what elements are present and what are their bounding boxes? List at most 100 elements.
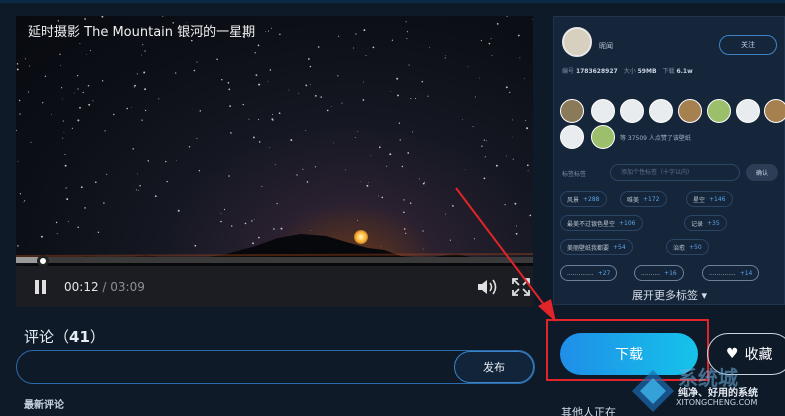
- comments-heading: 评论（41）: [24, 328, 105, 346]
- author-name[interactable]: 昵闻: [599, 41, 613, 51]
- meta-item: 大小 59MB: [623, 68, 657, 75]
- star: [79, 106, 81, 109]
- tag-input[interactable]: 添加个性标签（十字以内）: [610, 164, 740, 181]
- tag-confirm-button[interactable]: 确认: [746, 164, 778, 181]
- star: [272, 119, 274, 121]
- star: [408, 64, 410, 66]
- tag-chip[interactable]: .............. +27: [560, 265, 618, 281]
- star: [298, 93, 300, 95]
- star: [193, 69, 196, 72]
- avatar[interactable]: [562, 27, 592, 57]
- star: [144, 50, 146, 52]
- liker-avatar[interactable]: [678, 99, 702, 123]
- star: [158, 98, 160, 100]
- star: [62, 120, 64, 122]
- tag-chip[interactable]: 星空 +146: [686, 191, 733, 207]
- star: [464, 169, 466, 171]
- star: [309, 65, 312, 68]
- current-time: 00:12: [64, 280, 99, 294]
- star: [279, 33, 281, 36]
- liker-avatar[interactable]: [736, 99, 760, 123]
- star: [258, 119, 260, 121]
- progress-bar[interactable]: [16, 257, 533, 263]
- star: [309, 84, 311, 86]
- star: [274, 164, 276, 166]
- star: [17, 161, 19, 162]
- star: [483, 139, 485, 141]
- star: [142, 44, 144, 46]
- star: [479, 77, 480, 79]
- star: [406, 31, 408, 33]
- star: [490, 38, 492, 40]
- submit-comment-button[interactable]: 发布: [454, 351, 534, 383]
- liker-avatar[interactable]: [707, 99, 731, 123]
- star: [386, 165, 388, 167]
- star: [512, 119, 514, 121]
- fullscreen-icon[interactable]: [512, 278, 530, 296]
- star: [305, 130, 307, 131]
- star: [272, 114, 274, 116]
- meta-item: 下载 6.1w: [662, 68, 693, 75]
- star: [44, 75, 47, 77]
- star: [255, 74, 258, 76]
- expand-tags-button[interactable]: 展开更多标签 ▾: [632, 287, 707, 303]
- star: [270, 27, 272, 29]
- tag-chip[interactable]: 风景 +288: [560, 191, 607, 207]
- star: [512, 158, 514, 160]
- star: [314, 95, 317, 97]
- video-title: 延时摄影 The Mountain 银河的一星期: [28, 25, 256, 40]
- expand-tags-label: 展开更多标签: [632, 289, 698, 302]
- star: [196, 138, 198, 139]
- star: [87, 85, 90, 87]
- star: [399, 139, 401, 141]
- video-player[interactable]: 延时摄影 The Mountain 银河的一星期 00:12 / 03:09: [16, 16, 533, 307]
- liker-avatar[interactable]: [560, 99, 584, 123]
- star: [196, 61, 198, 63]
- tag-chip[interactable]: .............. +14: [702, 265, 760, 281]
- star: [511, 136, 513, 138]
- liker-avatar[interactable]: [560, 125, 584, 149]
- star: [175, 72, 177, 74]
- liker-avatar[interactable]: [591, 99, 615, 123]
- star: [378, 146, 381, 149]
- star: [141, 119, 143, 121]
- star: [333, 142, 334, 144]
- liker-avatar[interactable]: [591, 125, 615, 149]
- star: [410, 97, 412, 100]
- liker-avatar[interactable]: [649, 99, 673, 123]
- star: [59, 53, 61, 55]
- star: [27, 91, 30, 93]
- caret-down-icon: ▾: [701, 289, 708, 302]
- star: [314, 166, 316, 168]
- star: [132, 148, 134, 150]
- tag-chip[interactable]: .......... +16: [634, 265, 684, 281]
- tag-chip[interactable]: 治愈 +50: [666, 239, 709, 255]
- wallpaper-meta: 编号 1783628927 大小 59MB 下载 6.1w: [562, 66, 780, 75]
- star: [61, 87, 63, 89]
- star: [467, 66, 469, 68]
- tag-chip[interactable]: 唯美 +172: [620, 191, 667, 207]
- star: [396, 77, 399, 80]
- star: [79, 43, 81, 45]
- tags-label: 标签标签: [562, 171, 587, 178]
- star: [18, 99, 21, 102]
- follow-button[interactable]: 关注: [719, 35, 777, 55]
- tag-chip[interactable]: 美丽壁纸我都要 +54: [560, 239, 633, 255]
- pause-icon[interactable]: [34, 280, 48, 294]
- volume-icon[interactable]: [477, 278, 499, 296]
- star: [362, 81, 364, 83]
- star: [63, 131, 65, 133]
- star: [101, 80, 104, 82]
- star: [269, 147, 270, 149]
- liker-avatar[interactable]: [764, 99, 785, 123]
- star: [491, 54, 493, 56]
- tag-chip[interactable]: 最美不过银色星空 +106: [560, 215, 643, 231]
- liker-avatar[interactable]: [620, 99, 644, 123]
- star: [341, 102, 343, 104]
- star: [505, 86, 508, 89]
- star: [267, 30, 270, 32]
- star: [288, 89, 290, 91]
- star: [290, 139, 293, 142]
- tag-chip[interactable]: 记录 +35: [684, 215, 727, 231]
- star: [165, 160, 167, 163]
